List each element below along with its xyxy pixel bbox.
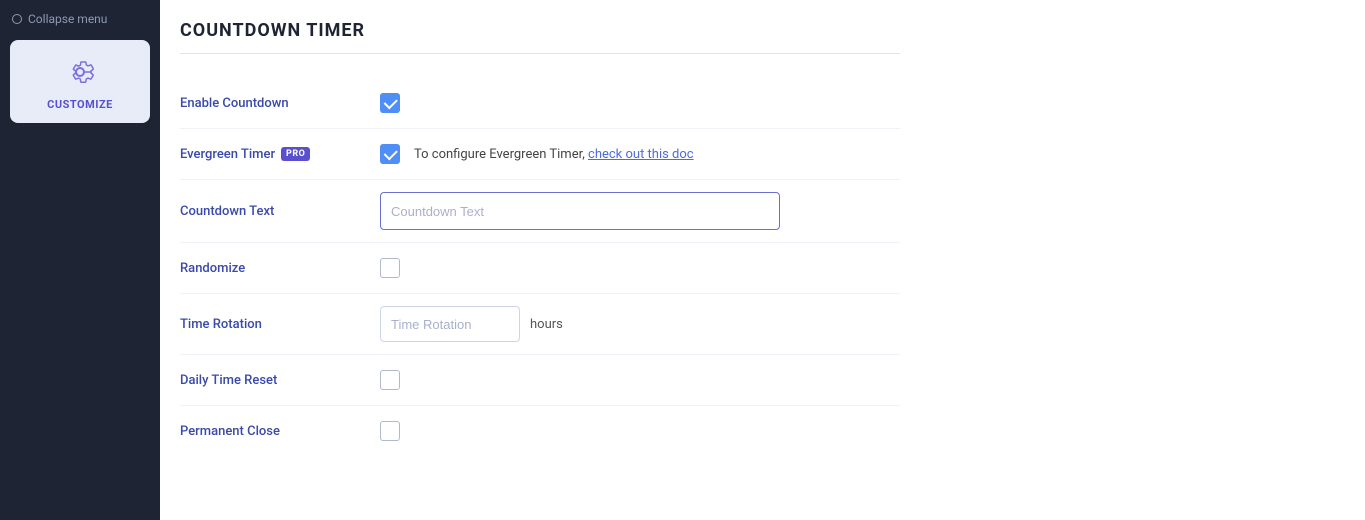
evergreen-timer-row: Evergreen Timer PRO To configure Evergre… bbox=[180, 129, 900, 179]
permanent-close-checkbox[interactable] bbox=[380, 421, 400, 441]
evergreen-doc-link[interactable]: check out this doc bbox=[588, 147, 694, 162]
time-rotation-control: hours bbox=[380, 306, 900, 342]
evergreen-helper-text: To configure Evergreen Timer, check out … bbox=[414, 147, 694, 162]
permanent-close-row: Permanent Close bbox=[180, 406, 900, 456]
randomize-control bbox=[380, 258, 900, 278]
time-rotation-label: Time Rotation bbox=[180, 317, 380, 332]
pro-badge: PRO bbox=[281, 147, 310, 161]
permanent-close-control bbox=[380, 421, 900, 441]
countdown-text-label: Countdown Text bbox=[180, 204, 380, 219]
collapse-menu-item[interactable]: Collapse menu bbox=[0, 8, 119, 30]
daily-time-reset-checkbox[interactable] bbox=[380, 370, 400, 390]
randomize-label: Randomize bbox=[180, 261, 380, 276]
collapse-menu-label: Collapse menu bbox=[28, 12, 107, 26]
daily-time-reset-label: Daily Time Reset bbox=[180, 373, 380, 388]
enable-countdown-control bbox=[380, 93, 900, 113]
countdown-text-control bbox=[380, 192, 900, 230]
enable-countdown-label: Enable Countdown bbox=[180, 96, 380, 111]
permanent-close-label: Permanent Close bbox=[180, 424, 380, 439]
collapse-icon bbox=[12, 14, 22, 24]
hours-label: hours bbox=[530, 317, 563, 332]
countdown-text-input[interactable] bbox=[380, 192, 780, 230]
page-title: COUNTDOWN TIMER bbox=[180, 20, 900, 54]
enable-countdown-checkbox[interactable] bbox=[380, 93, 400, 113]
daily-time-reset-control bbox=[380, 370, 900, 390]
randomize-checkbox[interactable] bbox=[380, 258, 400, 278]
evergreen-timer-checkbox[interactable] bbox=[380, 144, 400, 164]
randomize-row: Randomize bbox=[180, 243, 900, 293]
gear-icon bbox=[60, 52, 100, 92]
countdown-text-row: Countdown Text bbox=[180, 180, 900, 242]
time-rotation-input[interactable] bbox=[380, 306, 520, 342]
enable-countdown-row: Enable Countdown bbox=[180, 78, 900, 128]
daily-time-reset-row: Daily Time Reset bbox=[180, 355, 900, 405]
time-rotation-row: Time Rotation hours bbox=[180, 294, 900, 354]
sidebar-customize-item[interactable]: CUSTOMIZE bbox=[10, 40, 150, 123]
sidebar: Collapse menu CUSTOMIZE bbox=[0, 0, 160, 520]
customize-label: CUSTOMIZE bbox=[47, 98, 113, 111]
main-content: COUNTDOWN TIMER Enable Countdown Evergre… bbox=[160, 0, 1365, 520]
evergreen-timer-label: Evergreen Timer PRO bbox=[180, 147, 380, 162]
evergreen-timer-control: To configure Evergreen Timer, check out … bbox=[380, 144, 900, 164]
